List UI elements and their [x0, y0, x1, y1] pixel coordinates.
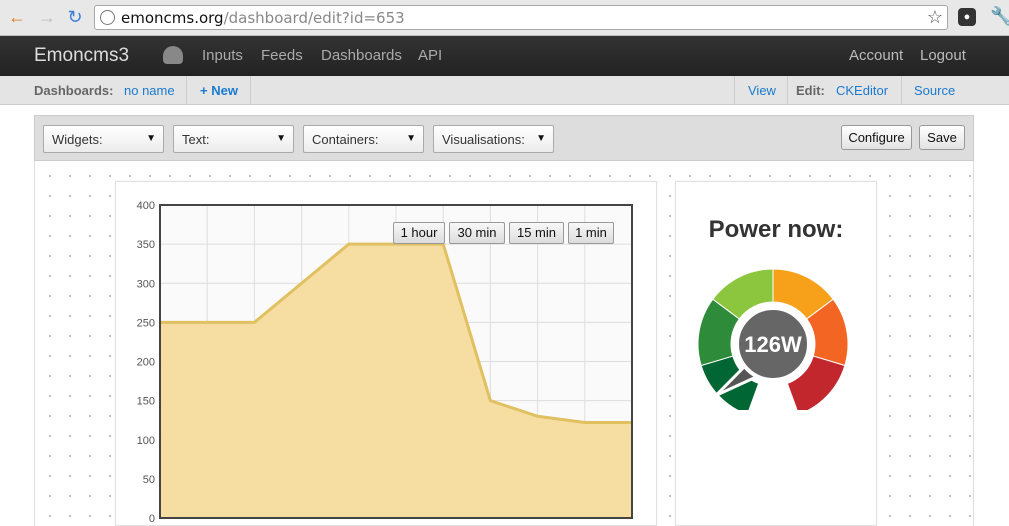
- subbar-divider: [186, 76, 187, 105]
- subbar-divider: [901, 76, 902, 105]
- y-tick-label: 150: [137, 396, 155, 408]
- y-tick-label: 50: [143, 474, 155, 486]
- nav-link-inputs[interactable]: Inputs: [202, 47, 243, 64]
- text-select[interactable]: Text: ▼: [173, 125, 294, 153]
- edit-label: Edit:: [796, 83, 825, 98]
- url-host: emoncms.org: [121, 9, 224, 27]
- view-link[interactable]: View: [748, 76, 776, 105]
- visualisations-select[interactable]: Visualisations: ▼: [433, 125, 554, 153]
- url-path: /dashboard/edit?id=653: [223, 9, 405, 27]
- address-bar[interactable]: emoncms.org/dashboard/edit?id=653 ☆: [94, 5, 948, 30]
- widgets-select[interactable]: Widgets: ▼: [43, 125, 164, 153]
- y-tick-label: 250: [137, 317, 155, 329]
- subbar-divider: [250, 76, 251, 105]
- zoom-1-hour-button[interactable]: 1 hour: [393, 222, 445, 244]
- caret-down-icon: ▼: [536, 133, 546, 144]
- visualisations-select-label: Visualisations:: [442, 132, 525, 147]
- y-tick-label: 200: [137, 357, 155, 369]
- y-tick-label: 400: [137, 200, 155, 212]
- globe-icon: [100, 10, 115, 25]
- containers-select-label: Containers:: [312, 132, 379, 147]
- nav-link-logout[interactable]: Logout: [920, 47, 966, 64]
- power-now-title: Power now:: [708, 216, 844, 243]
- zoom-15-min-button[interactable]: 15 min: [509, 222, 564, 244]
- nav-link-account[interactable]: Account: [849, 47, 903, 64]
- nav-link-feeds[interactable]: Feeds: [261, 47, 303, 64]
- caret-down-icon: ▼: [276, 133, 286, 144]
- widget-toolbar: Widgets: ▼ Text: ▼ Containers: ▼ Visualisat…: [34, 115, 974, 161]
- y-tick-label: 100: [137, 435, 155, 447]
- containers-select[interactable]: Containers: ▼: [303, 125, 424, 153]
- bookmark-star-icon[interactable]: ☆: [927, 7, 943, 28]
- save-button[interactable]: Save: [919, 125, 965, 150]
- y-tick-label: 0: [149, 513, 155, 525]
- extension-icon[interactable]: ●: [958, 8, 976, 26]
- y-tick-label: 300: [137, 278, 155, 290]
- zoom-30-min-button[interactable]: 30 min: [449, 222, 505, 244]
- browser-chrome: ← → ↻ emoncms.org/dashboard/edit?id=653 …: [0, 0, 1009, 36]
- caret-down-icon: ▼: [406, 133, 416, 144]
- new-dashboard-link[interactable]: + New: [200, 76, 238, 105]
- configure-button[interactable]: Configure: [841, 125, 912, 150]
- back-arrow-icon[interactable]: ←: [6, 6, 28, 28]
- subbar-divider: [734, 76, 735, 105]
- nav-link-dashboards[interactable]: Dashboards: [321, 47, 402, 64]
- widgets-select-label: Widgets:: [52, 132, 103, 147]
- source-link[interactable]: Source: [914, 76, 955, 105]
- dashboards-label: Dashboards:: [34, 83, 114, 98]
- helmet-logo-icon: [163, 46, 183, 64]
- subbar-divider: [787, 76, 788, 105]
- dashboard-link-no-name[interactable]: no name: [124, 76, 175, 105]
- dashboard-subbar: Dashboards: no name + New View Edit: CKE…: [0, 76, 1009, 105]
- power-gauge: 126W: [697, 268, 849, 410]
- power-now-panel[interactable]: Power now: 126W: [675, 181, 877, 526]
- y-tick-label: 350: [137, 239, 155, 251]
- caret-down-icon: ▼: [146, 133, 156, 144]
- realtime-chart-panel[interactable]: 0 50 100 150 200 250 300 350 400 1 hour 30 min 1…: [115, 181, 657, 526]
- nav-link-api[interactable]: API: [418, 47, 442, 64]
- forward-arrow-icon[interactable]: →: [36, 6, 58, 28]
- url-text: emoncms.org/dashboard/edit?id=653: [121, 9, 405, 27]
- reload-icon[interactable]: ↻: [64, 6, 86, 28]
- text-select-label: Text:: [182, 132, 210, 147]
- gauge-value-label: 126W: [744, 332, 802, 357]
- brand-title[interactable]: Emoncms3: [34, 45, 129, 67]
- dashboard-canvas[interactable]: 0 50 100 150 200 250 300 350 400 1 hour 30 min 1…: [34, 161, 974, 526]
- zoom-1-min-button[interactable]: 1 min: [568, 222, 614, 244]
- ckeditor-link[interactable]: CKEditor: [836, 76, 888, 105]
- y-axis-ticks: 0 50 100 150 200 250 300 350 400: [137, 200, 155, 525]
- wrench-icon[interactable]: 🔧: [990, 6, 1009, 27]
- app-navbar: Emoncms3 Inputs Feeds Dashboards API Acc…: [0, 36, 1009, 76]
